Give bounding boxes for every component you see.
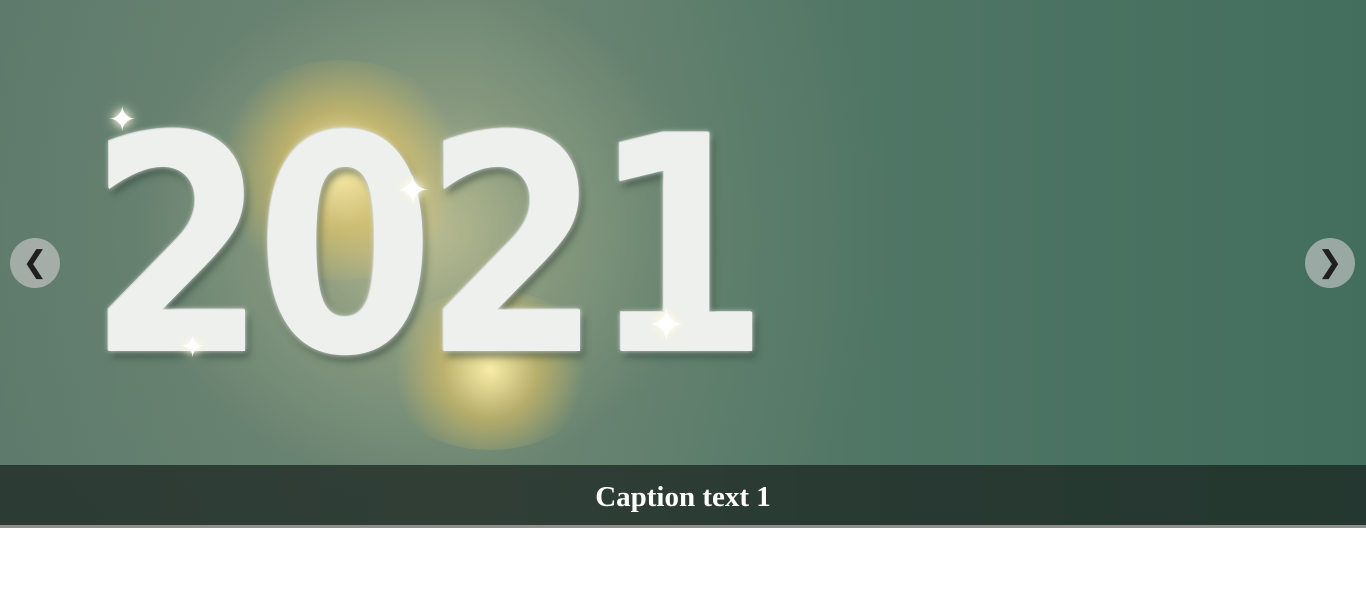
slide-year-graphic: 2021 (88, 73, 770, 422)
slideshow-container: 2021 ✦ ✦ ✦ ✦ Caption text 1 ❮ ❯ (0, 0, 1366, 528)
previous-slide-button[interactable]: ❮ (10, 238, 60, 288)
sparkle-icon: ✦ (648, 300, 685, 351)
caption-bar: Caption text 1 (0, 465, 1366, 525)
slide-image: 2021 ✦ ✦ ✦ ✦ (0, 0, 1366, 528)
slider-bottom-border (0, 525, 1366, 528)
chevron-right-icon: ❯ (1317, 245, 1343, 280)
sparkle-icon: ✦ (108, 100, 137, 140)
slide-caption: Caption text 1 (595, 481, 771, 513)
sparkle-icon: ✦ (180, 330, 206, 365)
next-slide-button[interactable]: ❯ (1305, 238, 1355, 288)
sparkle-icon: ✦ (396, 168, 430, 214)
chevron-left-icon: ❮ (22, 245, 48, 280)
